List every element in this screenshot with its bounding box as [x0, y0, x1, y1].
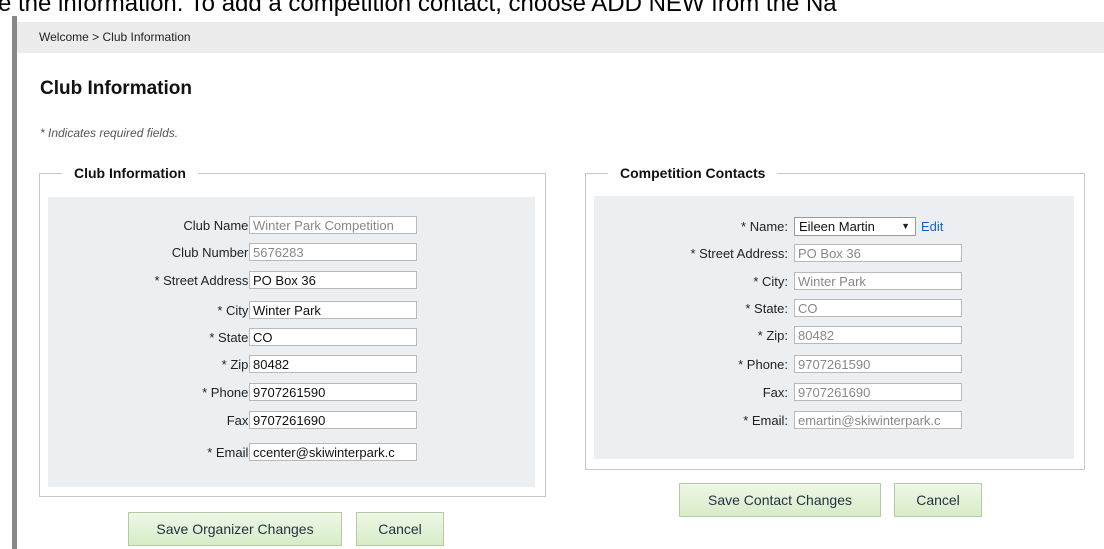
chevron-down-icon: ▼	[901, 221, 910, 231]
club-name-field[interactable]: Winter Park Competition	[249, 216, 417, 234]
zip-row: * Zip: 80482	[48, 355, 535, 375]
email-row: * Email: ccenter@skiwinterpark.c	[48, 443, 535, 463]
contact-street-address-label: * Street Address:	[690, 246, 788, 261]
zip-label: * Zip:	[221, 357, 252, 372]
street-address-field[interactable]: PO Box 36	[249, 271, 417, 289]
contact-street-address-field[interactable]: PO Box 36	[794, 244, 962, 262]
club-number-row: Club Number: 5676283	[48, 243, 535, 263]
contact-city-label: * City:	[753, 274, 788, 289]
contact-street-address-row: * Street Address: PO Box 36	[594, 244, 1074, 264]
competition-contacts-panel: * Name: Eileen Martin ▼ Edit * Street Ad…	[594, 196, 1074, 459]
state-field[interactable]: CO	[249, 328, 417, 346]
save-organizer-changes-button[interactable]: Save Organizer Changes	[128, 512, 342, 546]
page-title: Club Information	[40, 78, 192, 99]
competition-contacts-legend: Competition Contacts	[620, 165, 766, 181]
contact-phone-label: * Phone:	[738, 357, 788, 372]
contact-state-row: * State: CO	[594, 299, 1074, 319]
contact-fax-field[interactable]: 9707261690	[794, 383, 962, 401]
save-contact-changes-button[interactable]: Save Contact Changes	[679, 483, 881, 517]
contact-phone-field[interactable]: 9707261590	[794, 355, 962, 373]
fax-row: Fax: 9707261690	[48, 411, 535, 431]
contact-fax-row: Fax: 9707261690	[594, 383, 1074, 403]
contact-phone-row: * Phone: 9707261590	[594, 355, 1074, 375]
contact-state-label: * State:	[745, 301, 788, 316]
left-border	[12, 16, 17, 549]
contact-city-row: * City: Winter Park	[594, 272, 1074, 292]
contact-email-row: * Email: emartin@skiwinterpark.c	[594, 411, 1074, 431]
phone-field[interactable]: 9707261590	[249, 383, 417, 401]
contact-name-label: * Name:	[741, 219, 788, 234]
phone-label: * Phone:	[202, 385, 252, 400]
contact-name-select[interactable]: Eileen Martin ▼	[794, 217, 916, 236]
contact-fax-label: Fax:	[762, 385, 788, 400]
club-information-panel: Club Name: Winter Park Competition Club …	[48, 197, 535, 487]
email-label: * Email:	[207, 445, 252, 460]
contact-email-field[interactable]: emartin@skiwinterpark.c	[794, 411, 962, 429]
cancel-contact-button[interactable]: Cancel	[894, 483, 982, 517]
city-field[interactable]: Winter Park	[249, 301, 417, 319]
contact-zip-label: * Zip:	[757, 328, 788, 343]
club-number-field[interactable]: 5676283	[249, 243, 417, 261]
club-information-legend: Club Information	[74, 165, 186, 181]
breadcrumb: Welcome > Club Information	[17, 22, 1104, 53]
breadcrumb-current: Club Information	[102, 30, 191, 44]
club-name-label: Club Name:	[183, 218, 252, 233]
email-field[interactable]: ccenter@skiwinterpark.c	[249, 443, 417, 461]
state-label: * State:	[209, 330, 252, 345]
state-row: * State: CO	[48, 328, 535, 348]
overlay-caption: e the information. To add a competition …	[0, 0, 837, 17]
contact-zip-field[interactable]: 80482	[794, 326, 962, 344]
breadcrumb-separator: >	[92, 30, 100, 44]
edit-contact-link[interactable]: Edit	[921, 219, 943, 234]
phone-row: * Phone: 9707261590	[48, 383, 535, 403]
required-fields-note: * Indicates required fields.	[40, 126, 179, 140]
contact-name-selected: Eileen Martin	[799, 219, 875, 234]
cancel-organizer-button[interactable]: Cancel	[356, 512, 444, 546]
city-row: * City: Winter Park	[48, 301, 535, 321]
club-number-label: Club Number:	[171, 245, 252, 260]
contact-city-field[interactable]: Winter Park	[794, 272, 962, 290]
contact-name-row: * Name: Eileen Martin ▼ Edit	[594, 217, 1074, 237]
street-address-row: * Street Address: PO Box 36	[48, 271, 535, 291]
breadcrumb-home[interactable]: Welcome	[39, 30, 89, 44]
fax-field[interactable]: 9707261690	[249, 411, 417, 429]
club-name-row: Club Name: Winter Park Competition	[48, 216, 535, 236]
contact-zip-row: * Zip: 80482	[594, 326, 1074, 346]
contact-state-field[interactable]: CO	[794, 299, 962, 317]
city-label: * City:	[217, 303, 252, 318]
zip-field[interactable]: 80482	[249, 355, 417, 373]
street-address-label: * Street Address:	[154, 273, 252, 288]
contact-email-label: * Email:	[743, 413, 788, 428]
